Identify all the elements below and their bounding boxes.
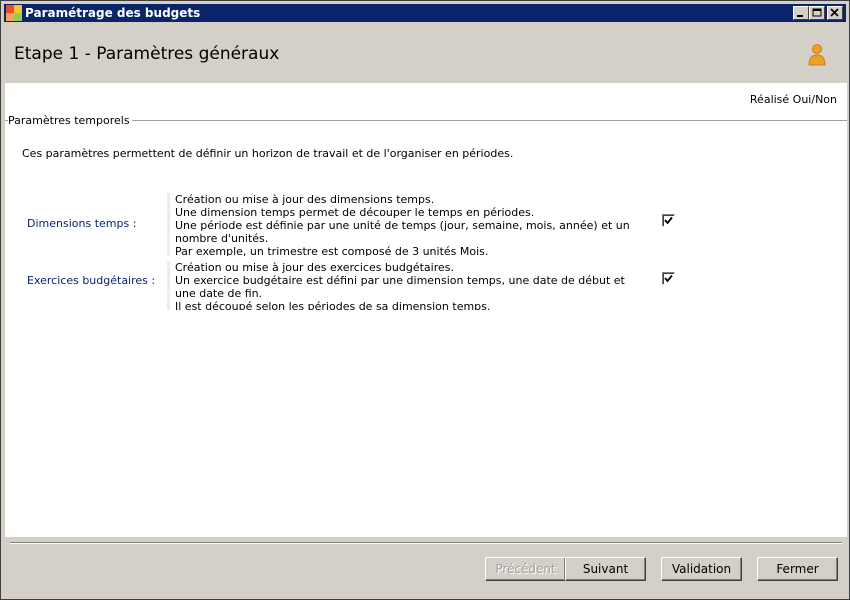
maximize-button[interactable]: [809, 6, 825, 20]
description-line: Une période est définie par une unité de…: [175, 219, 630, 245]
description-line: Création ou mise à jour des exercices bu…: [175, 261, 455, 274]
minimize-button[interactable]: [793, 6, 809, 20]
description-line: Il est découpé selon les périodes de sa …: [175, 300, 491, 310]
close-button[interactable]: Fermer: [757, 557, 838, 581]
maximize-icon: [812, 8, 822, 17]
group-label: Paramètres temporels: [8, 114, 132, 127]
content-panel: Réalisé Oui/Non Paramètres temporels Ces…: [5, 83, 847, 537]
close-window-button[interactable]: [827, 6, 843, 20]
wizard-header: Etape 1 - Paramètres généraux: [5, 25, 847, 83]
checkbox-dimensions-temps[interactable]: [662, 214, 675, 227]
footer-separator-highlight: [10, 543, 842, 544]
window-title: Paramétrage des budgets: [25, 6, 201, 20]
checkmark-icon: [664, 216, 673, 225]
intro-text: Ces paramètres permettent de définir un …: [22, 147, 514, 160]
description-line: Une dimension temps permet de découper l…: [175, 206, 535, 219]
checkmark-icon: [664, 274, 673, 283]
validation-button[interactable]: Validation: [661, 557, 742, 581]
row-label-dimensions-temps[interactable]: Dimensions temps :: [27, 217, 136, 230]
user-icon: [808, 44, 826, 66]
description-line: Création ou mise à jour des dimensions t…: [175, 193, 435, 206]
page-title: Etape 1 - Paramètres généraux: [14, 44, 280, 64]
description-line: Un exercice budgétaire est défini par un…: [175, 274, 625, 300]
close-icon: [830, 8, 839, 17]
app-window: Paramétrage des budgets Etape 1 - Paramè…: [0, 0, 850, 600]
realise-header: Réalisé Oui/Non: [749, 93, 837, 106]
row-description-dimensions-temps: Création ou mise à jour des dimensions t…: [167, 193, 642, 256]
next-button[interactable]: Suivant: [565, 557, 646, 581]
app-icon: [6, 5, 22, 21]
previous-button[interactable]: Précédent: [485, 557, 566, 581]
row-description-exercices-budgetaires: Création ou mise à jour des exercices bu…: [167, 261, 642, 310]
row-label-exercices-budgetaires[interactable]: Exercices budgétaires :: [27, 274, 155, 287]
minimize-icon: [797, 15, 803, 17]
description-line: Par exemple, un trimestre est composé de…: [175, 245, 489, 256]
title-bar[interactable]: Paramétrage des budgets: [4, 4, 846, 22]
checkbox-exercices-budgetaires[interactable]: [662, 272, 675, 285]
